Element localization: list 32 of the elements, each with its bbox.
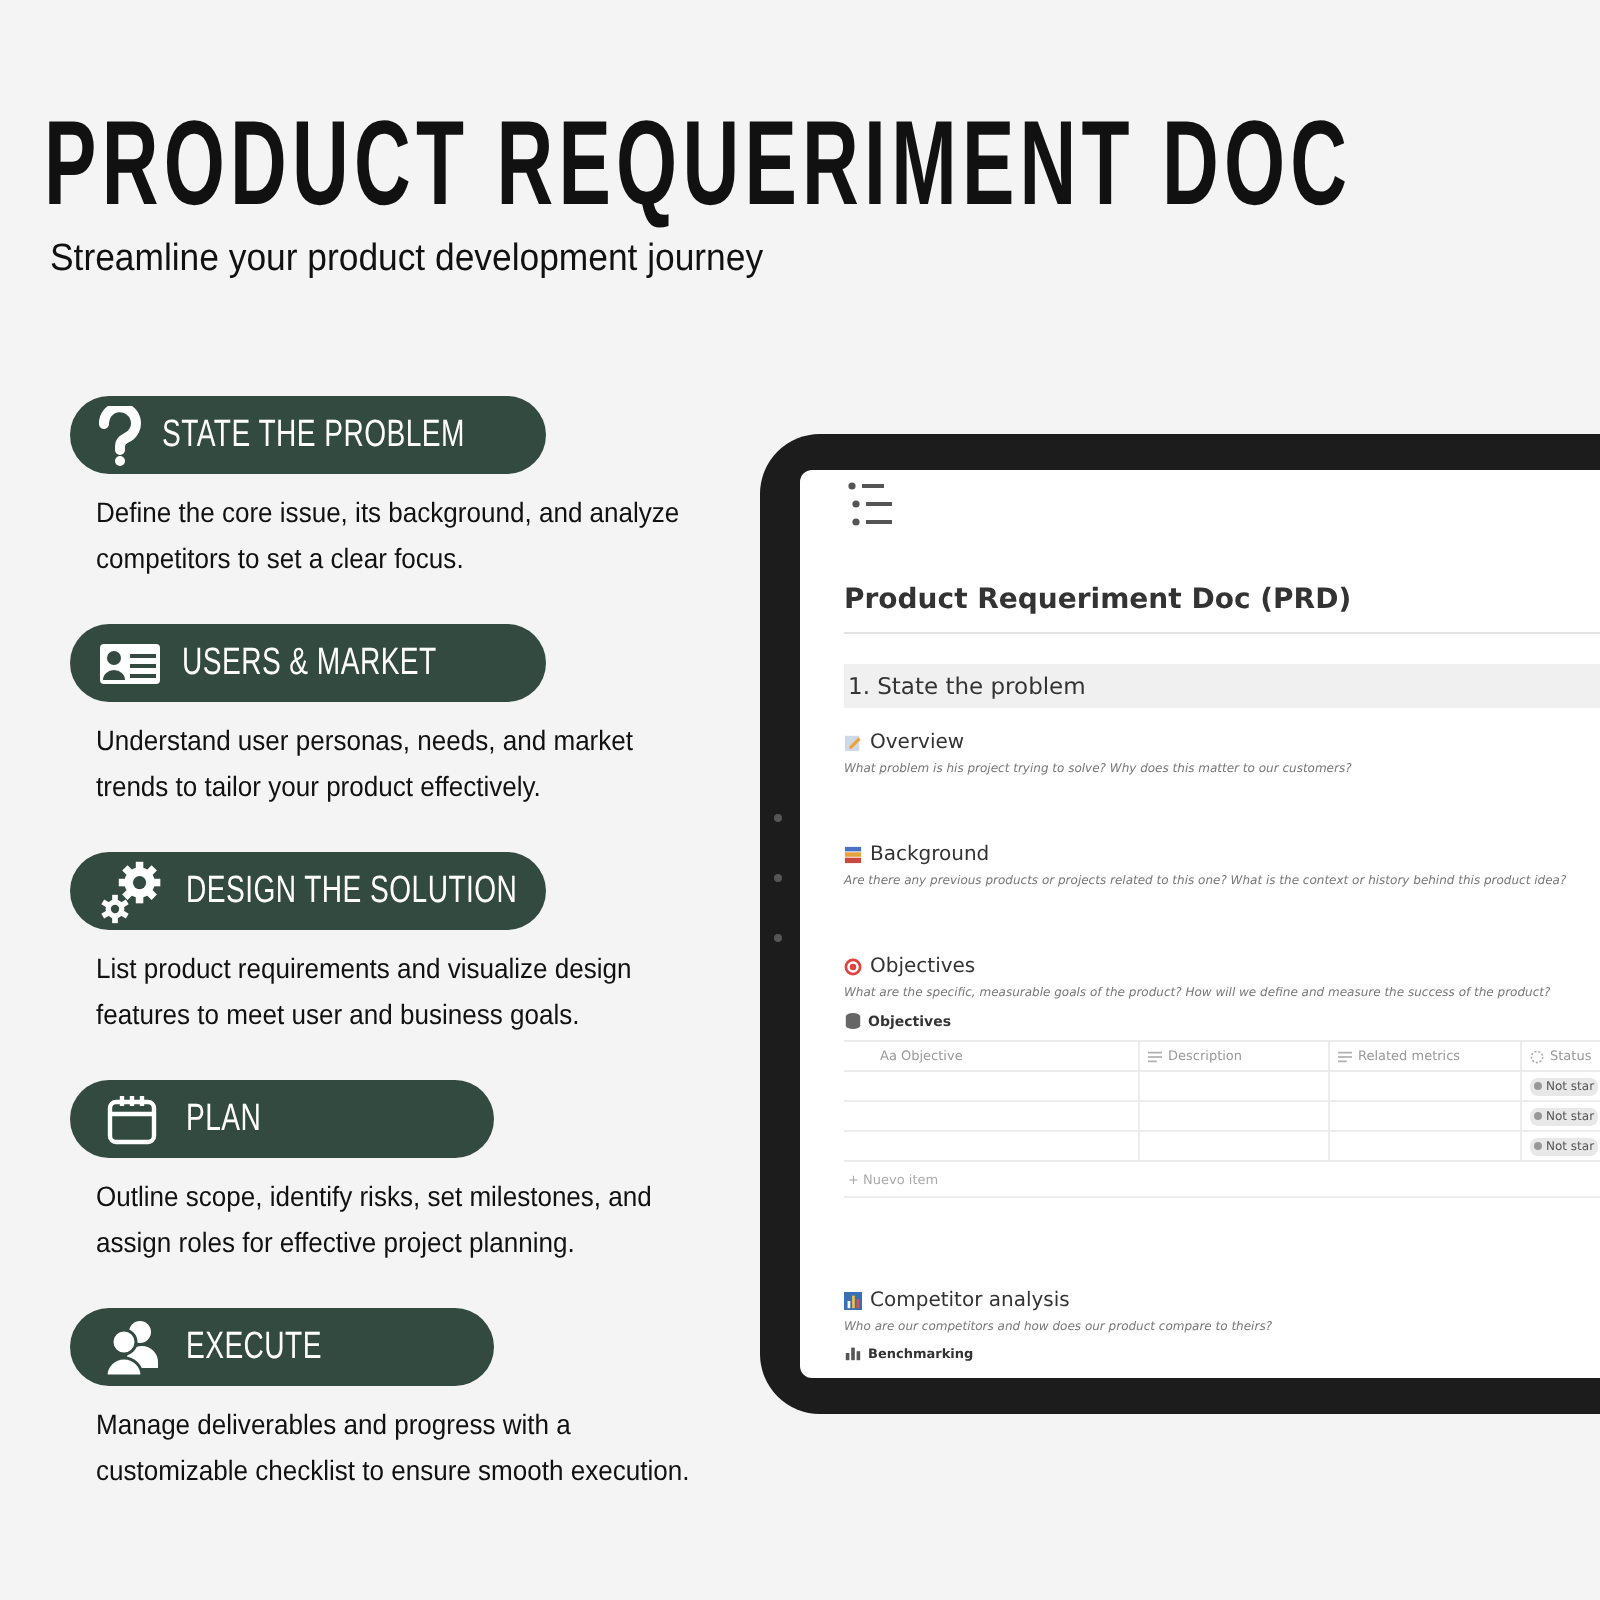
document-title: Product Requeriment Doc (PRD) [844,584,1600,634]
text-lines-icon [1148,1049,1162,1063]
database-icon [844,1012,862,1030]
section-heading: 1. State the problem [844,664,1600,708]
status-icon [1530,1049,1544,1063]
id-card-icon [98,641,162,685]
section-description: Manage deliverables and progress with a customizable checklist to ensure smooth execution. [96,1406,692,1490]
section-label: PLAN [70,1080,494,1158]
block-heading: Background [870,844,990,866]
page-subtitle: Streamline your product development journey [50,238,764,282]
users-icon [104,1317,160,1377]
bar-chart-icon [844,1292,862,1310]
section-description: List product requirements and visualize design features to meet user and business goals. [96,950,634,1034]
question-mark-icon [98,405,142,465]
books-icon [844,846,862,864]
target-icon [844,958,862,976]
section-label: USERS & MARKET [70,624,546,702]
block-heading: Overview [870,732,965,754]
gears-icon [98,857,166,925]
block-heading: Objectives [870,956,976,978]
block-heading: Competitor analysis [870,1290,1070,1312]
page-title: PRODUCT REQUERIMENT DOC [44,104,1353,224]
section-label: DESIGN THE SOLUTION [70,852,546,930]
section-description: Outline scope, identify risks, set milestones, and assign roles for effective project planning. [96,1178,654,1262]
text-lines-icon [1338,1049,1352,1063]
memo-icon [844,734,862,752]
section-label: STATE THE PROBLEM [70,396,546,474]
section-description: Define the core issue, its background, and analyze competitors to set a clear focus. [96,494,682,578]
section-label: EXECUTE [70,1308,494,1386]
bar-chart-icon [844,1344,862,1362]
calendar-icon [106,1093,158,1145]
section-description: Understand user personas, needs, and market trends to tailor your product effectively. [96,722,636,806]
